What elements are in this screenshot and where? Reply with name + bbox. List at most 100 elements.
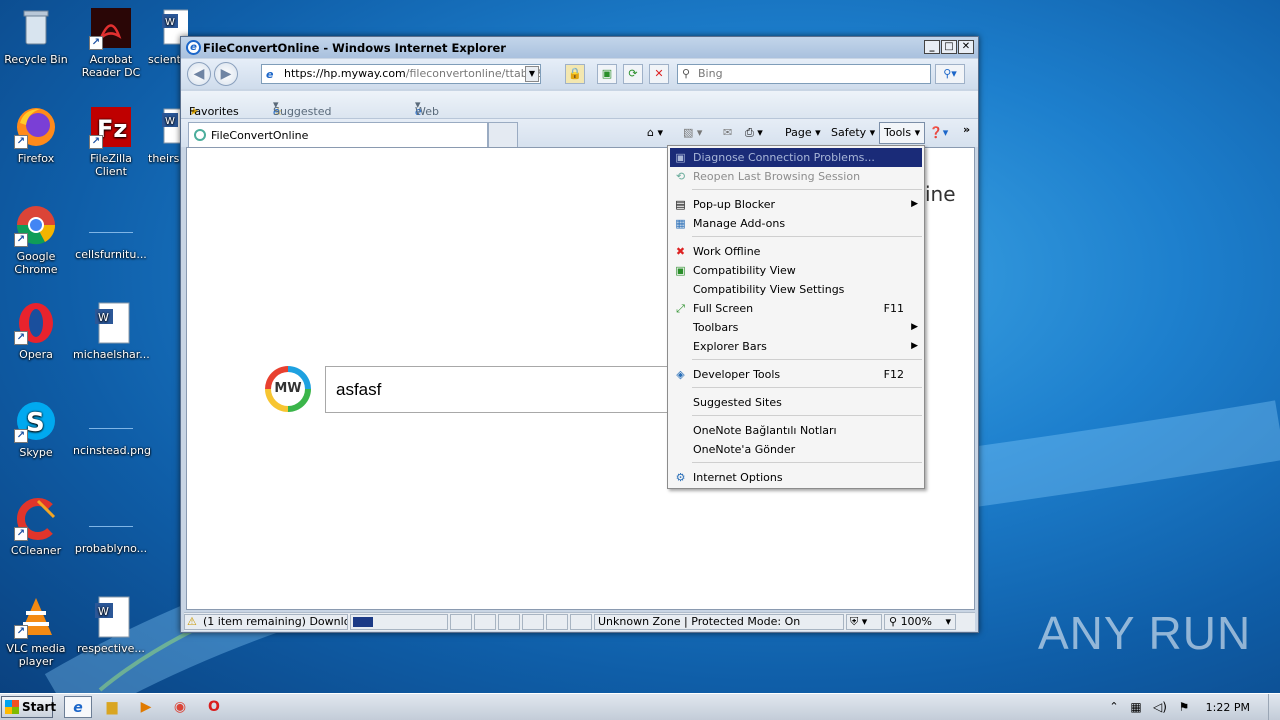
- tab-bar: FileConvertOnline ⌂ ▾ ▧ ▾ ✉ ⎙ ▾ Page ▾ S…: [181, 119, 978, 147]
- help-icon: ❓: [929, 126, 943, 139]
- page-search-input[interactable]: asfasf: [325, 366, 685, 413]
- web-slice-gallery-button[interactable]: e Web Slice Gallery ▾: [415, 98, 454, 144]
- desktop-icon-michaelshar[interactable]: W michaelshar...: [73, 301, 150, 361]
- desktop-icon-cellsfurniture[interactable]: cellsfurnitu...: [73, 203, 149, 261]
- minimize-button[interactable]: _: [924, 40, 940, 54]
- taskbar-ie-icon[interactable]: e: [64, 696, 92, 718]
- tools-menu-button[interactable]: Tools ▾: [879, 122, 926, 144]
- address-dropdown-button[interactable]: ▼: [525, 66, 539, 82]
- shield-icon: ⛨: [850, 615, 859, 628]
- network-icon[interactable]: ▦: [1126, 696, 1146, 718]
- desktop-icon-vlc[interactable]: ↗ VLC media player: [0, 595, 74, 668]
- home-button[interactable]: ⌂ ▾: [647, 126, 663, 139]
- help-button[interactable]: ❓▾: [929, 126, 948, 139]
- title-bar[interactable]: e FileConvertOnline - Windows Internet E…: [181, 37, 978, 58]
- desktop-icon-respective[interactable]: W respective...: [73, 595, 149, 655]
- taskbar-chrome-icon[interactable]: ◉: [166, 696, 194, 718]
- mail-button[interactable]: ✉: [723, 126, 732, 139]
- desktop-icon-chrome[interactable]: ↗ Google Chrome: [0, 203, 74, 276]
- page-menu-button[interactable]: Page ▾: [785, 126, 821, 139]
- desktop-icon-probablyno[interactable]: probablyno...: [73, 497, 149, 555]
- address-bar[interactable]: e https://hp.myway.com/fileconvertonline…: [261, 64, 541, 84]
- zoom-button[interactable]: ⚲ 100% ▾: [884, 614, 956, 630]
- tools-dropdown-menu: ▣ Diagnose Connection Problems... ⟲ Reopen…: [667, 145, 925, 489]
- submenu-arrow-icon: ▶: [911, 322, 918, 332]
- taskbar: Start e ▆ ▶ ◉ O ⌃ ▦ ◁) ⚑ 1:22 PM: [0, 693, 1280, 720]
- search-magnifier-icon: ⚲: [682, 67, 691, 80]
- firefox-icon: ↗: [14, 105, 58, 149]
- taskbar-media-player-icon[interactable]: ▶: [132, 696, 160, 718]
- menu-item-explorer-bars[interactable]: Explorer Bars ▶: [670, 337, 922, 356]
- desktop-icon-opera[interactable]: ↗ Opera: [0, 301, 74, 361]
- new-tab-button[interactable]: [488, 122, 518, 147]
- menu-item-developer-tools[interactable]: ◈ Developer Tools F12: [670, 365, 922, 384]
- home-icon: ⌂: [647, 126, 654, 139]
- start-button[interactable]: Start: [1, 696, 56, 718]
- safety-menu-button[interactable]: Safety ▾: [831, 126, 875, 139]
- menu-item-full-screen[interactable]: ⤢ Full Screen F11: [670, 299, 922, 318]
- menu-item-internet-options[interactable]: ⚙ Internet Options: [670, 468, 922, 487]
- action-center-flag-icon[interactable]: ⚑: [1174, 696, 1194, 718]
- forward-button[interactable]: ▶: [214, 62, 238, 86]
- desktop-icon-recycle-bin[interactable]: Recycle Bin: [0, 6, 74, 66]
- icon-label: FileZilla Client: [90, 152, 132, 178]
- desktop-icon-ccleaner[interactable]: ↗ CCleaner: [0, 497, 74, 557]
- menu-item-compatibility-settings[interactable]: Compatibility View Settings: [670, 280, 922, 299]
- close-button[interactable]: ✕: [958, 40, 974, 54]
- anyrun-watermark: ANY RUN: [1038, 607, 1252, 659]
- menu-item-toolbars[interactable]: Toolbars ▶: [670, 318, 922, 337]
- menu-item-popup-blocker[interactable]: ▤ Pop-up Blocker ▶: [670, 195, 922, 214]
- refresh-icon[interactable]: ⟳: [623, 64, 643, 84]
- menu-item-label: Pop-up Blocker: [693, 198, 776, 211]
- maximize-button[interactable]: □: [941, 40, 957, 54]
- download-progress-bar: [350, 614, 448, 630]
- filezilla-icon: Fz ↗: [89, 105, 133, 149]
- opera-icon: ↗: [14, 301, 58, 345]
- word-doc-icon: W: [89, 301, 133, 345]
- overflow-chevron-icon[interactable]: »: [963, 123, 970, 136]
- menu-item-send-to-onenote[interactable]: OneNote'a Gönder: [670, 440, 922, 459]
- lock-icon[interactable]: 🔒: [565, 64, 585, 84]
- taskbar-explorer-icon[interactable]: ▆: [98, 696, 126, 718]
- feeds-button[interactable]: ▧ ▾: [683, 126, 702, 139]
- work-offline-icon: ✖: [675, 245, 686, 258]
- search-go-button[interactable]: ⚲▾: [935, 64, 965, 84]
- tab-fileconvertonline[interactable]: FileConvertOnline: [188, 122, 488, 147]
- search-placeholder: Bing: [698, 67, 723, 80]
- desktop-icon-acrobat[interactable]: ↗ Acrobat Reader DC: [73, 6, 149, 79]
- back-button[interactable]: ◀: [187, 62, 211, 86]
- menu-shortcut: F11: [883, 302, 904, 315]
- desktop-icon-firefox[interactable]: ↗ Firefox: [0, 105, 74, 165]
- addons-icon: ▦: [675, 217, 686, 230]
- suggested-sites-button[interactable]: ☆ e Suggested Sites ▾: [273, 98, 331, 131]
- desktop-icon-skype[interactable]: S ↗ Skype: [0, 399, 74, 459]
- menu-item-manage-addons[interactable]: ▦ Manage Add-ons: [670, 214, 922, 233]
- security-zone[interactable]: Unknown Zone | Protected Mode: On: [594, 614, 844, 630]
- menu-item-suggested-sites[interactable]: Suggested Sites: [670, 393, 922, 412]
- icon-label: cellsfurnitu...: [75, 248, 147, 261]
- download-status: ⚠ (1 item remaining) Downloadir: [184, 614, 348, 630]
- search-input[interactable]: ⚲ Bing: [677, 64, 931, 84]
- page-menu-label: Page: [785, 126, 812, 139]
- show-desktop-button[interactable]: [1268, 694, 1280, 720]
- show-hidden-icons-button[interactable]: ⌃: [1104, 696, 1124, 718]
- menu-item-reopen-session[interactable]: ⟲ Reopen Last Browsing Session: [670, 167, 922, 186]
- desktop-icon-ncinstead[interactable]: ncinstead.png: [73, 399, 151, 457]
- menu-item-onenote-linked-notes[interactable]: OneNote Bağlantılı Notları: [670, 421, 922, 440]
- menu-item-diagnose-connection[interactable]: ▣ Diagnose Connection Problems...: [670, 148, 922, 167]
- taskbar-opera-icon[interactable]: O: [200, 696, 228, 718]
- compatibility-icon[interactable]: ▣: [597, 64, 617, 84]
- desktop-icon-filezilla[interactable]: Fz ↗ FileZilla Client: [73, 105, 149, 178]
- menu-item-label: Toolbars: [693, 321, 739, 334]
- volume-icon[interactable]: ◁): [1150, 696, 1170, 718]
- address-toolbar: ◀ ▶ e https://hp.myway.com/fileconverton…: [181, 59, 978, 89]
- menu-item-label: Full Screen: [693, 302, 754, 315]
- print-button[interactable]: ⎙ ▾: [745, 126, 763, 140]
- zoom-level: 100%: [900, 615, 933, 628]
- stop-icon[interactable]: ✕: [649, 64, 669, 84]
- menu-item-compatibility-view[interactable]: ▣ Compatibility View: [670, 261, 922, 280]
- menu-item-work-offline[interactable]: ✖ Work Offline: [670, 242, 922, 261]
- clock[interactable]: 1:22 PM: [1206, 701, 1250, 714]
- ie-logo-icon: e: [186, 40, 201, 55]
- protected-mode-button[interactable]: ⛨ ▾: [846, 614, 882, 630]
